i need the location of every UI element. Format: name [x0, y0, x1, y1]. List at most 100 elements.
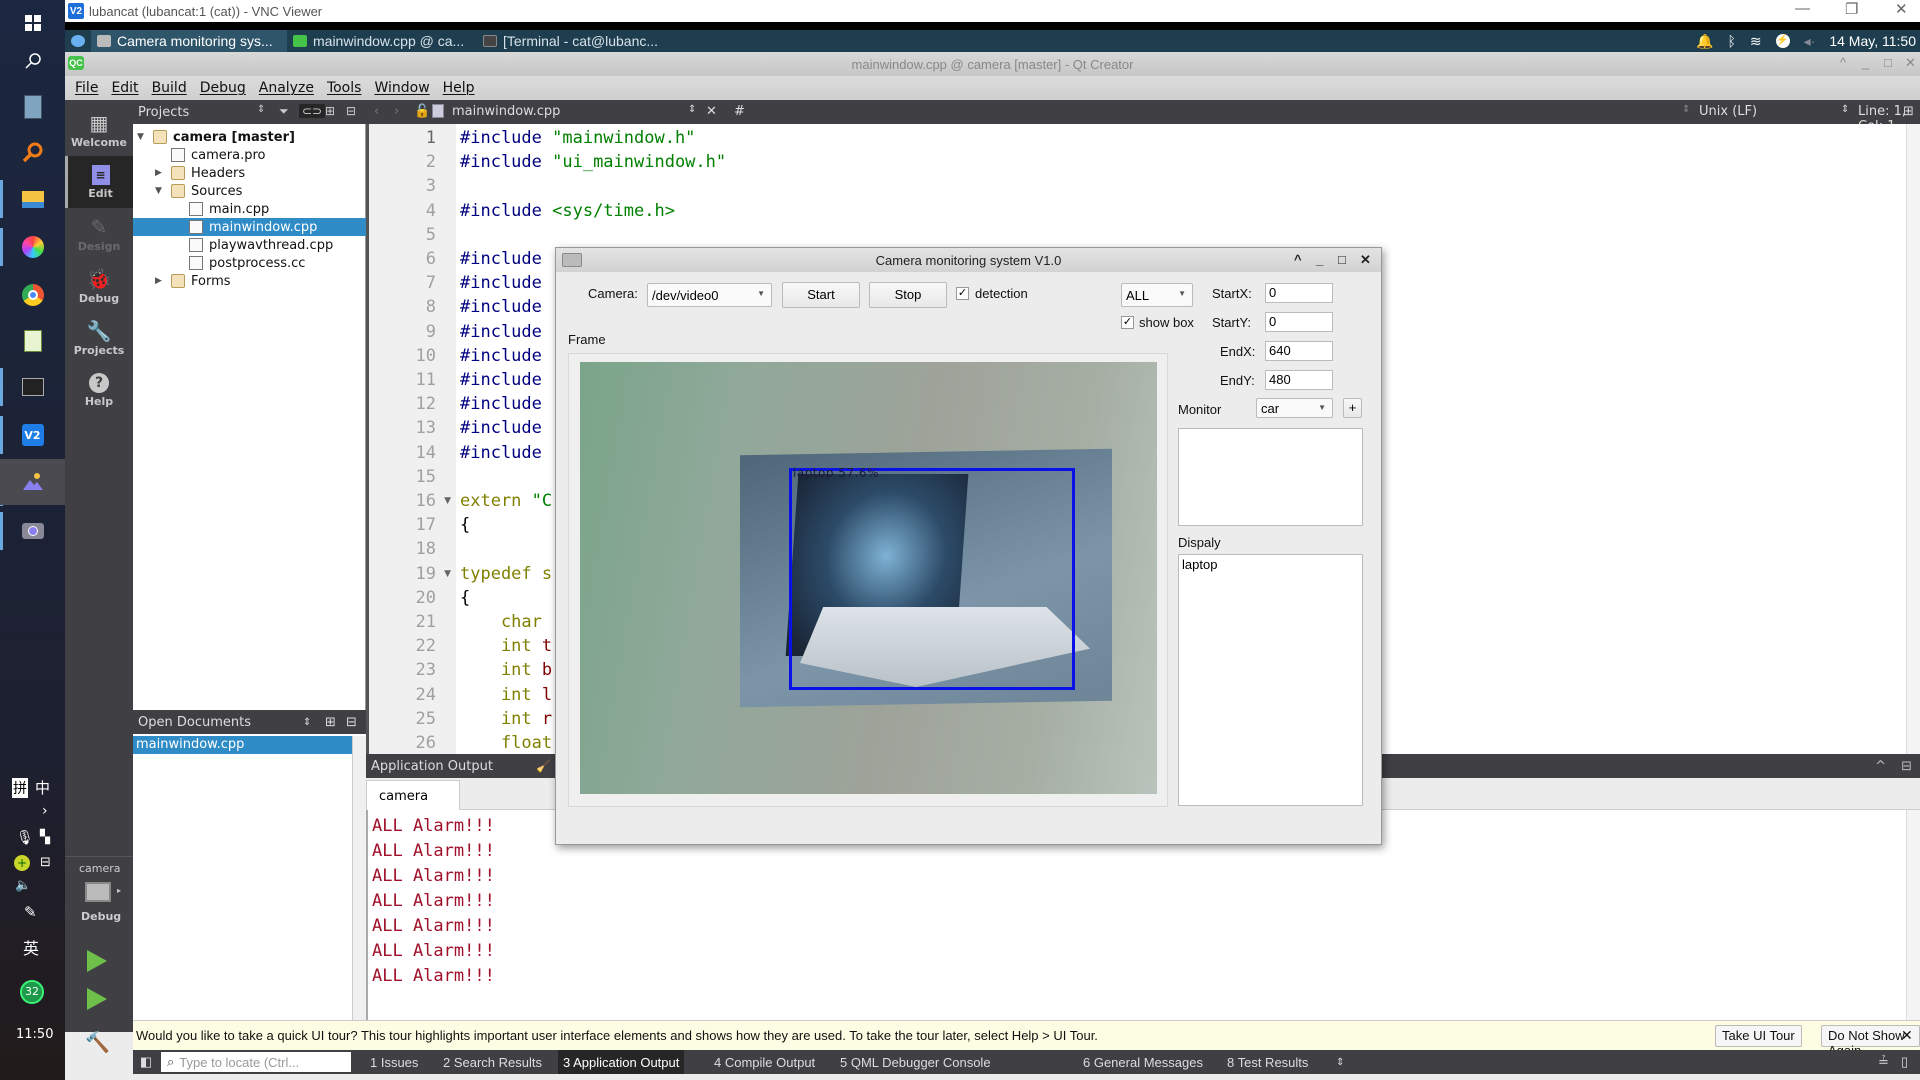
split-icon[interactable]: ⊞ [325, 104, 335, 118]
tree-item-playwavthread-cpp[interactable]: playwavthread.cpp [133, 236, 366, 254]
editor-scrollbar[interactable] [1906, 124, 1920, 754]
kit-selector-monitor-icon[interactable] [85, 882, 111, 902]
file-selector-icon[interactable]: ⇕ [688, 104, 696, 115]
more-tabs-icon[interactable]: ⇕ [1336, 1050, 1344, 1074]
pane-tab-issues[interactable]: 1 Issues [365, 1050, 423, 1074]
menu-debug[interactable]: Debug [200, 80, 246, 96]
tree-item-sources[interactable]: ▼ Sources [133, 182, 366, 200]
output-tab-camera[interactable]: camera [366, 780, 460, 810]
restore-icon[interactable]: ❐ [1845, 0, 1858, 18]
panel-clock[interactable]: 14 May, 11:50 [1829, 33, 1916, 49]
system-clock[interactable]: 11:50 [16, 1027, 53, 1042]
lock-icon[interactable]: 🔓 [414, 104, 430, 119]
debug-run-icon[interactable] [87, 988, 107, 1010]
close-pane-icon[interactable]: ⊟ [346, 715, 357, 730]
split-icon[interactable]: ⊞ [325, 715, 336, 730]
clear-output-icon[interactable]: 🧹 [536, 759, 551, 773]
tree-item-pro-file[interactable]: camera.pro [133, 146, 366, 164]
display-list-item[interactable]: laptop [1182, 557, 1359, 572]
close-icon[interactable]: ✕ [1905, 55, 1916, 71]
filter-icon[interactable]: ⏷ [279, 104, 289, 119]
menu-build[interactable]: Build [152, 80, 187, 96]
run-icon[interactable] [87, 950, 107, 972]
pane-tab-general-messages[interactable]: 6 General Messages [1078, 1050, 1208, 1074]
terminal-app-icon[interactable] [0, 364, 65, 410]
maximize-icon[interactable]: □ [1884, 55, 1892, 70]
line-ending-dropdown-icon[interactable]: ⇕ [1841, 104, 1849, 115]
monitor-list[interactable] [1178, 428, 1363, 526]
encoding-selector-icon[interactable]: ⇕ [1682, 104, 1690, 115]
color-wheel-app-icon[interactable] [0, 224, 65, 270]
pane-tab-compile-output[interactable]: 4 Compile Output [709, 1050, 820, 1074]
camera-app-icon[interactable] [0, 508, 65, 554]
menu-window[interactable]: Window [374, 80, 429, 96]
tree-item-headers[interactable]: ▶ Headers [133, 164, 366, 182]
add-circle-icon[interactable]: + [14, 855, 30, 871]
menu-help[interactable]: Help [443, 80, 475, 96]
locator-input[interactable]: ⌕ Type to locate (Ctrl... [161, 1052, 351, 1072]
close-icon[interactable]: ✕ [1360, 252, 1371, 268]
magnifier-app-icon[interactable] [0, 130, 65, 176]
open-document-item[interactable]: mainwindow.cpp [133, 736, 352, 754]
close-infobar-icon[interactable]: ✕ [1901, 1027, 1913, 1044]
close-icon[interactable]: ✕ [1895, 0, 1908, 18]
chevron-right-icon[interactable]: › [42, 803, 48, 819]
chrome-icon[interactable] [0, 272, 65, 318]
camera-device-select[interactable]: /dev/video0 ▼ [647, 283, 772, 307]
bookmark-icon[interactable]: ▚ [40, 830, 50, 845]
add-monitor-button[interactable]: + [1343, 398, 1362, 418]
split-editor-icon[interactable]: ⊞ [1903, 104, 1914, 119]
menu-file[interactable]: File [75, 80, 98, 96]
endy-input[interactable]: 480 [1265, 370, 1333, 390]
line-ending-selector[interactable]: Unix (LF) [1699, 104, 1757, 119]
view-selector-icon[interactable]: ⇕ [257, 104, 265, 115]
vnc-viewer-icon[interactable]: V2 [0, 412, 65, 458]
view-selector-icon[interactable]: ⇕ [303, 717, 311, 728]
back-icon[interactable]: ‹ [374, 104, 379, 119]
notification-badge[interactable]: 32 [20, 980, 44, 1004]
task-qtcreator[interactable]: mainwindow.cpp @ ca... [287, 30, 477, 52]
microphone-icon[interactable]: 🎙 [16, 830, 34, 846]
tree-item-postprocess-cc[interactable]: postprocess.cc [133, 254, 366, 272]
menu-tools[interactable]: Tools [327, 80, 362, 96]
minimize-icon[interactable]: _ [1862, 55, 1869, 70]
mode-projects[interactable]: 🔧 Projects [65, 312, 133, 364]
symbol-selector[interactable]: # [734, 104, 745, 119]
start-button[interactable]: Start [782, 282, 860, 308]
mode-design[interactable]: ✎ Design [65, 208, 133, 260]
notification-bell-icon[interactable]: 🔔 [1696, 33, 1713, 50]
file-explorer-icon[interactable] [0, 176, 65, 222]
tree-item-project[interactable]: ▼ camera [master] [133, 128, 366, 146]
close-pane-icon[interactable]: ⊟ [1901, 759, 1912, 774]
menu-analyze[interactable]: Analyze [259, 80, 314, 96]
wifi-icon[interactable]: ≋ [1750, 33, 1762, 50]
tree-item-forms[interactable]: ▶ Forms [133, 272, 366, 290]
take-ui-tour-button[interactable]: Take UI Tour [1715, 1025, 1802, 1047]
volume-muted-icon[interactable]: ◂· [1804, 33, 1816, 50]
show-box-checkbox[interactable]: ✓ [1121, 316, 1134, 329]
pane-tab-search-results[interactable]: 2 Search Results [438, 1050, 547, 1074]
minimize-icon[interactable]: — [1795, 0, 1810, 17]
endx-input[interactable]: 640 [1265, 341, 1333, 361]
forward-icon[interactable]: › [394, 104, 399, 119]
tree-item-mainwindow-cpp[interactable]: mainwindow.cpp [133, 218, 366, 236]
close-pane-icon[interactable]: ⊟ [346, 104, 356, 118]
menu-edit[interactable]: Edit [111, 80, 138, 96]
search-icon[interactable] [0, 38, 65, 84]
pane-tab-application-output[interactable]: 3 Application Output [558, 1050, 685, 1074]
pane-tab-test-results[interactable]: 8 Test Results [1222, 1050, 1313, 1074]
display-list[interactable]: laptop [1178, 554, 1363, 806]
ime-language-indicator[interactable]: 中 [35, 777, 50, 798]
progress-details-icon[interactable]: ≟ [1878, 1050, 1889, 1074]
power-icon[interactable]: ⚡ [1775, 34, 1790, 48]
startx-input[interactable]: 0 [1265, 283, 1333, 303]
mode-edit[interactable]: ≡ Edit [65, 156, 133, 208]
build-hammer-icon[interactable]: 🔨 [85, 1030, 110, 1054]
mode-welcome[interactable]: ▦ Welcome [65, 104, 133, 156]
pen-icon[interactable]: ✎ [24, 903, 37, 921]
scrollbar[interactable] [352, 736, 366, 1032]
ime-english-indicator[interactable]: 英 [23, 935, 39, 959]
network-icon[interactable]: ⊟ [40, 855, 51, 870]
current-file-name[interactable]: mainwindow.cpp [452, 104, 560, 119]
calculator-icon[interactable] [0, 84, 65, 130]
